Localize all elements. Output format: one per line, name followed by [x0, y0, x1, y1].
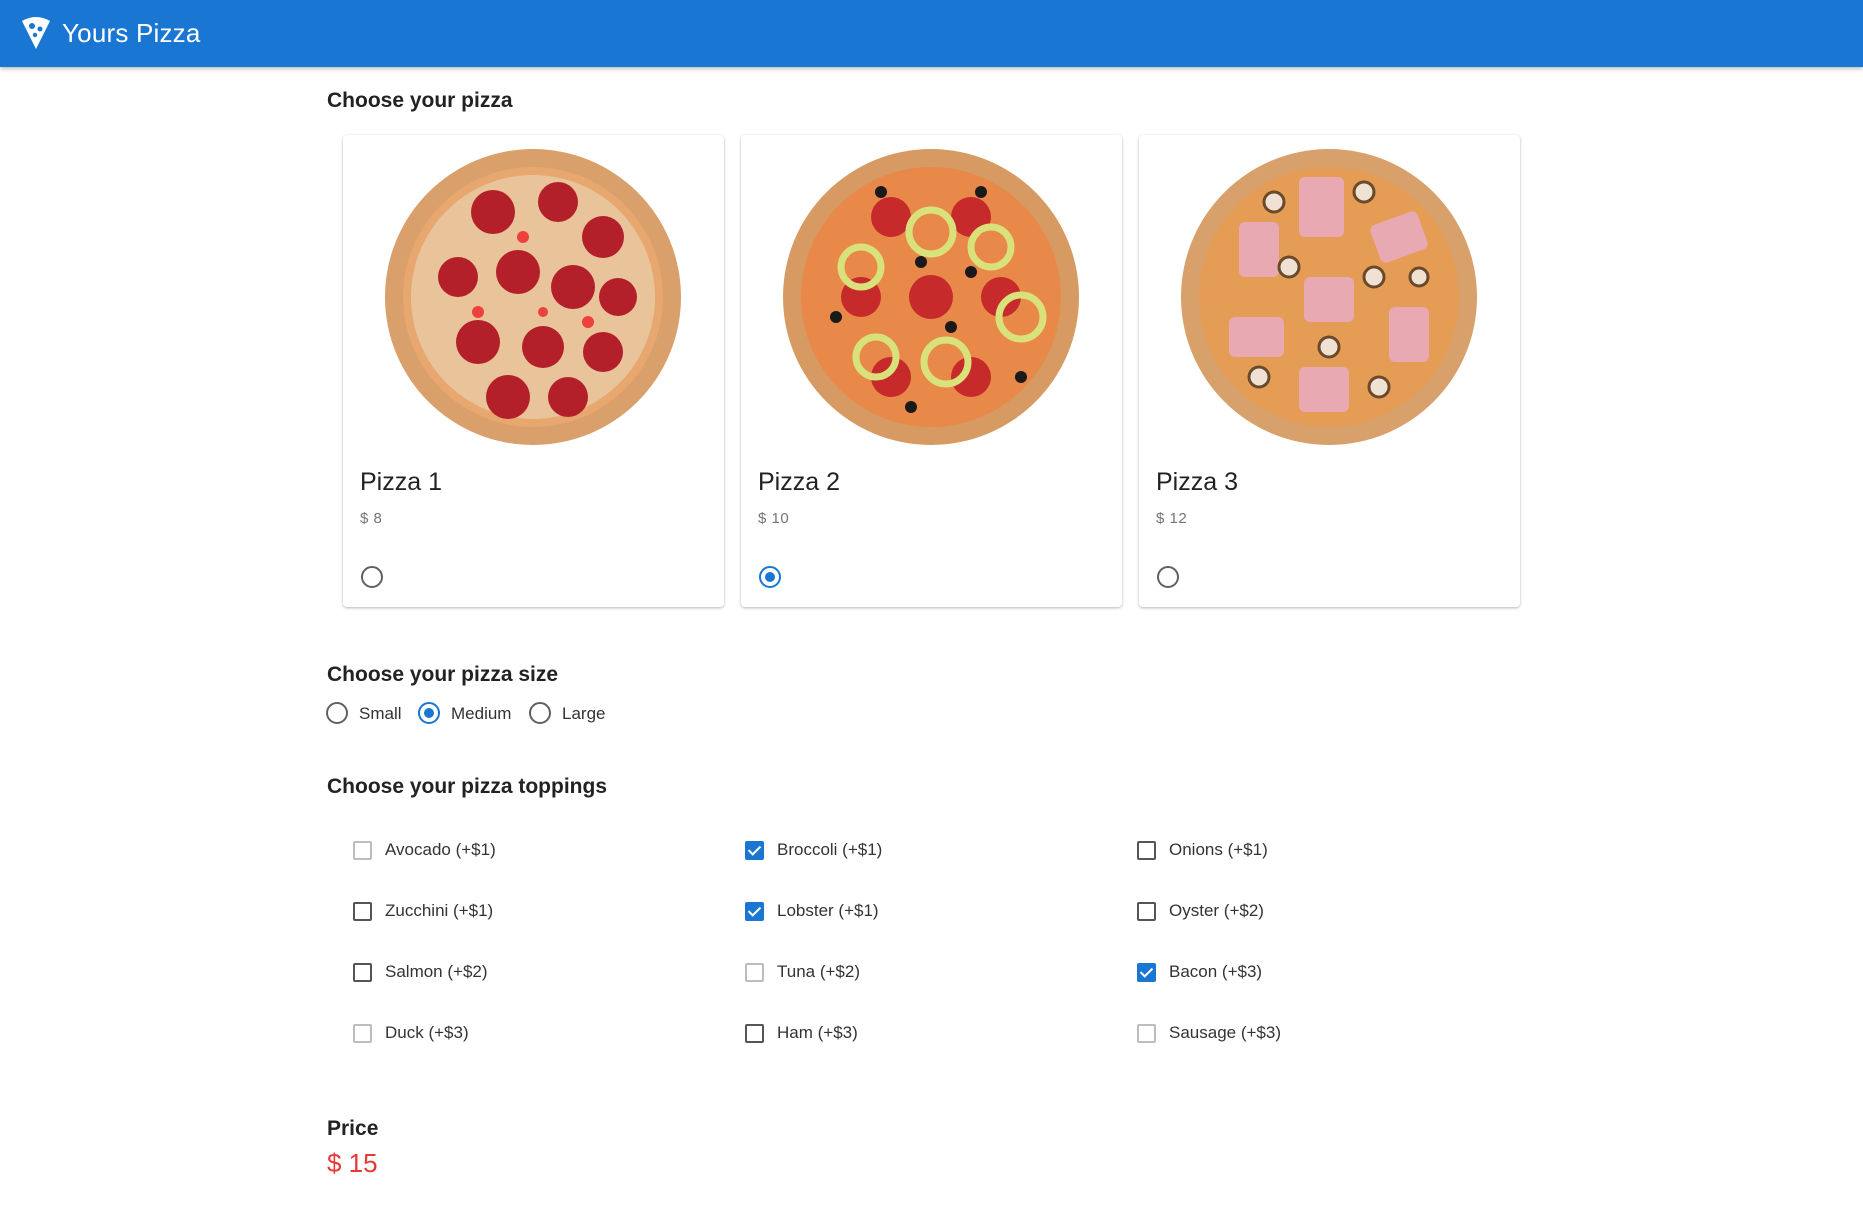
topping-bacon-checkbox[interactable] — [1137, 963, 1156, 982]
topping-salmon-label: Salmon (+$2) — [385, 962, 488, 981]
size-medium-radio[interactable] — [418, 702, 440, 724]
pizza-1-name: Pizza 1 — [360, 468, 442, 496]
size-medium-label: Medium — [451, 704, 512, 723]
topping-oyster-label: Oyster (+$2) — [1169, 901, 1264, 920]
size-small-radio[interactable] — [326, 702, 348, 724]
toppings-section-title: Choose your pizza toppings — [327, 775, 608, 798]
topping-tuna-checkbox[interactable] — [745, 963, 764, 982]
topping-ham-label: Ham (+$3) — [777, 1023, 858, 1042]
price-label: Price — [327, 1117, 379, 1140]
pizza-3-name: Pizza 3 — [1156, 468, 1238, 496]
topping-bacon-label: Bacon (+$3) — [1169, 962, 1263, 981]
topping-broccoli-label: Broccoli (+$1) — [777, 840, 883, 859]
pizza-2-image — [783, 149, 1079, 445]
topping-avocado-label: Avocado (+$1) — [385, 840, 496, 859]
size-large-radio[interactable] — [529, 702, 551, 724]
app-bar: Yours Pizza — [0, 0, 1863, 67]
topping-duck-label: Duck (+$3) — [385, 1023, 469, 1042]
pizza-3-price: $ 12 — [1156, 510, 1188, 527]
topping-broccoli-checkbox[interactable] — [745, 841, 764, 860]
size-large-label: Large — [562, 704, 606, 723]
topping-duck-checkbox[interactable] — [353, 1024, 372, 1043]
size-section-title: Choose your pizza size — [327, 663, 559, 686]
topping-sausage-label: Sausage (+$3) — [1169, 1023, 1281, 1042]
topping-onions-label: Onions (+$1) — [1169, 840, 1268, 859]
topping-tuna-label: Tuna (+$2) — [777, 962, 860, 981]
pizza-2-price: $ 10 — [758, 510, 790, 527]
app-title: Yours Pizza — [62, 18, 201, 48]
topping-salmon-checkbox[interactable] — [353, 963, 372, 982]
pizza-1-image — [385, 149, 681, 445]
topping-zucchini-checkbox[interactable] — [353, 902, 372, 921]
pizza-2-radio[interactable] — [759, 566, 781, 588]
topping-avocado-checkbox[interactable] — [353, 841, 372, 860]
topping-lobster-checkbox[interactable] — [745, 902, 764, 921]
pizza-3-image — [1181, 149, 1477, 445]
topping-oyster-checkbox[interactable] — [1137, 902, 1156, 921]
pizza-card-3[interactable]: Pizza 3 $ 12 — [1139, 135, 1520, 607]
pizza-3-radio[interactable] — [1157, 566, 1179, 588]
topping-zucchini-label: Zucchini (+$1) — [385, 901, 494, 920]
pizza-card-1[interactable]: Pizza 1 $ 8 — [343, 135, 724, 607]
pizza-2-name: Pizza 2 — [758, 468, 840, 496]
topping-onions-checkbox[interactable] — [1137, 841, 1156, 860]
topping-ham-checkbox[interactable] — [745, 1024, 764, 1043]
pizza-1-price: $ 8 — [360, 510, 383, 527]
pizza-card-2[interactable]: Pizza 2 $ 10 — [741, 135, 1122, 607]
price-value: $ 15 — [327, 1148, 378, 1178]
topping-lobster-label: Lobster (+$1) — [777, 901, 879, 920]
pizza-section-title: Choose your pizza — [327, 89, 513, 112]
topping-sausage-checkbox[interactable] — [1137, 1024, 1156, 1043]
pizza-1-radio[interactable] — [361, 566, 383, 588]
size-small-label: Small — [359, 704, 402, 723]
pizza-slice-icon — [22, 17, 50, 49]
